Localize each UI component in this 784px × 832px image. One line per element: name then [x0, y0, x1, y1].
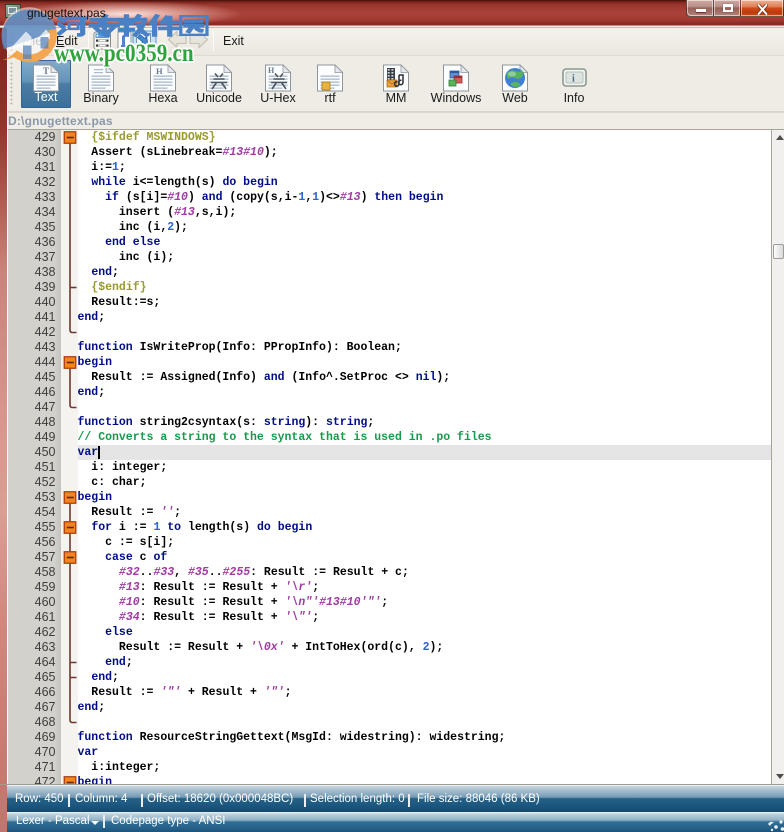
svg-text:H: H — [156, 66, 163, 76]
svg-text:i: i — [572, 74, 575, 85]
svg-text:H: H — [268, 66, 275, 75]
svg-text:T: T — [43, 66, 49, 76]
